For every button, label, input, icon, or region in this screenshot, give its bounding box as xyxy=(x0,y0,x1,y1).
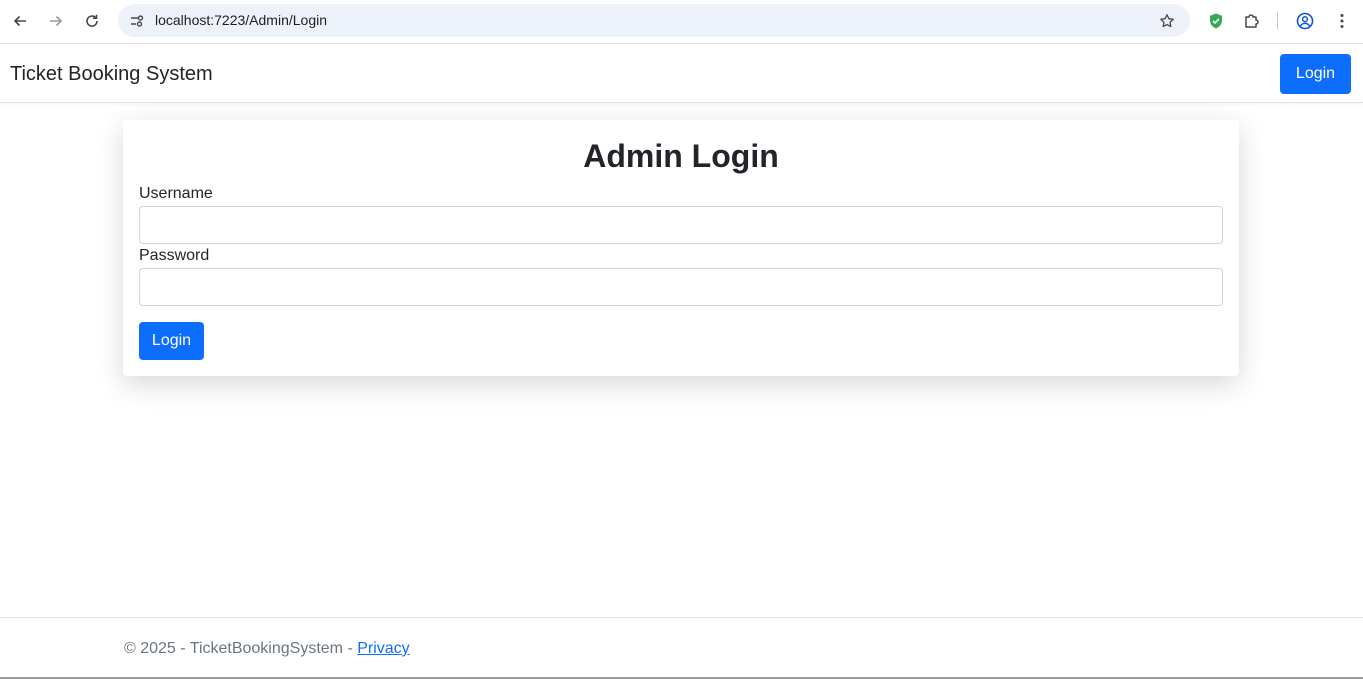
extensions-puzzle-icon[interactable] xyxy=(1240,9,1264,33)
menu-kebab-icon[interactable] xyxy=(1330,9,1354,33)
privacy-link[interactable]: Privacy xyxy=(357,640,409,657)
toolbar-divider xyxy=(1277,12,1278,29)
copyright-text: © 2025 - TicketBookingSystem - xyxy=(124,640,358,657)
star-icon[interactable] xyxy=(1156,10,1178,32)
login-submit-button[interactable]: Login xyxy=(139,322,204,360)
username-label: Username xyxy=(139,185,213,202)
username-input[interactable] xyxy=(139,206,1223,244)
shield-extension-icon[interactable] xyxy=(1204,9,1228,33)
password-label: Password xyxy=(139,247,210,264)
profile-icon[interactable] xyxy=(1293,9,1317,33)
back-icon[interactable] xyxy=(8,9,32,33)
site-info-icon[interactable] xyxy=(126,10,148,32)
brand-link[interactable]: Ticket Booking System xyxy=(10,63,213,86)
site-footer: © 2025 - TicketBookingSystem - Privacy xyxy=(0,617,1363,679)
forward-icon[interactable] xyxy=(44,9,68,33)
browser-toolbar: localhost:7223/Admin/Login xyxy=(0,0,1363,44)
page-title: Admin Login xyxy=(583,138,779,174)
site-navbar: Ticket Booking System Login xyxy=(0,45,1363,103)
address-bar[interactable]: localhost:7223/Admin/Login xyxy=(118,4,1190,37)
navbar-login-button[interactable]: Login xyxy=(1280,54,1351,94)
reload-icon[interactable] xyxy=(80,9,104,33)
admin-login-card: Admin Login Username Password Login xyxy=(123,120,1239,376)
url-text[interactable]: localhost:7223/Admin/Login xyxy=(155,12,327,28)
password-input[interactable] xyxy=(139,268,1223,306)
footer-text: © 2025 - TicketBookingSystem - Privacy xyxy=(124,640,410,658)
